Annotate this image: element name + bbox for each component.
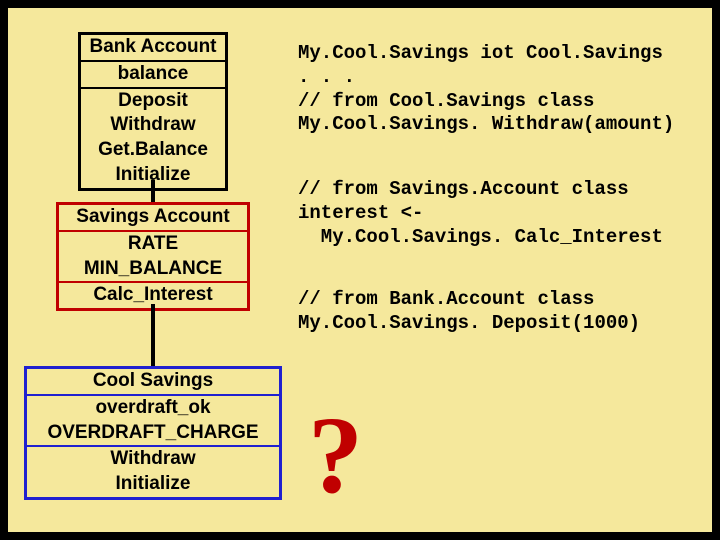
savings-account-minbalance: MIN_BALANCE [59, 257, 247, 282]
connector-savings-to-cool [151, 304, 155, 366]
code-block-3: // from Bank.Account class My.Cool.Savin… [298, 288, 640, 336]
code-block-2: // from Savings.Account class interest <… [298, 178, 663, 249]
bank-account-getbalance: Get.Balance [81, 138, 225, 163]
connector-bank-to-savings [151, 180, 155, 202]
cool-savings-overdraft-charge: OVERDRAFT_CHARGE [27, 421, 279, 446]
code-block-1: My.Cool.Savings iot Cool.Savings . . . /… [298, 42, 674, 137]
question-mark: ? [308, 400, 363, 510]
bank-account-balance: balance [81, 60, 225, 87]
savings-account-rate: RATE [59, 230, 247, 257]
savings-account-class: Savings Account RATE MIN_BALANCE Calc_In… [56, 202, 250, 311]
savings-account-title: Savings Account [59, 205, 247, 230]
cool-savings-title: Cool Savings [27, 369, 279, 394]
bank-account-deposit: Deposit [81, 87, 225, 114]
bank-account-withdraw: Withdraw [81, 113, 225, 138]
cool-savings-overdraft-ok: overdraft_ok [27, 394, 279, 421]
bank-account-class: Bank Account balance Deposit Withdraw Ge… [78, 32, 228, 191]
bank-account-title: Bank Account [81, 35, 225, 60]
cool-savings-initialize: Initialize [27, 472, 279, 497]
cool-savings-class: Cool Savings overdraft_ok OVERDRAFT_CHAR… [24, 366, 282, 500]
cool-savings-withdraw: Withdraw [27, 445, 279, 472]
